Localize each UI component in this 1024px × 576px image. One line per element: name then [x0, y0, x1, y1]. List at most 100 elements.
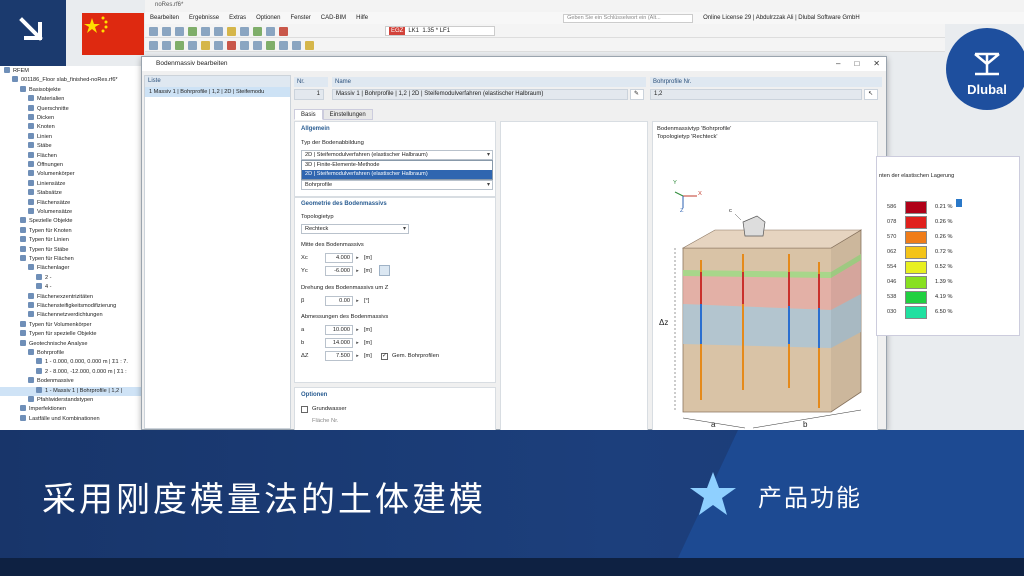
redo-icon[interactable] — [214, 26, 223, 36]
menu-optionen[interactable]: Optionen — [251, 15, 285, 21]
menu-extras[interactable]: Extras — [224, 15, 251, 21]
xc-input[interactable]: 4.000 — [325, 253, 353, 263]
tree-item[interactable]: Querschnitte — [0, 104, 141, 114]
stop-icon[interactable] — [279, 26, 288, 36]
tree-item[interactable]: 1 - Massiv 1 | Bohrprofile | 1,2 | — [0, 386, 141, 396]
tree-item[interactable]: Spezielle Objekte — [0, 217, 141, 226]
line-icon[interactable] — [188, 40, 197, 50]
close-icon[interactable]: ✕ — [873, 57, 880, 71]
maximize-icon[interactable]: □ — [854, 57, 859, 71]
soil-model-select[interactable]: 2D | Steifemodulverfahren (elastischer H… — [301, 150, 493, 160]
tree-item[interactable]: Stäbe — [0, 142, 141, 151]
select-icon[interactable] — [266, 26, 275, 36]
tree-item[interactable]: Typen für Volumenkörper — [0, 320, 141, 330]
tree-item[interactable]: 2 - — [0, 273, 141, 283]
tree-item[interactable]: Pfahlwiderstandstypen — [0, 396, 141, 405]
pick-center-icon[interactable] — [379, 265, 390, 276]
tree-item[interactable]: Flächenlager — [0, 264, 141, 273]
option-3d-fem[interactable]: 3D | Finite-Elemente-Methode — [302, 161, 492, 170]
according-boreholes-checkbox[interactable]: ✓ — [381, 353, 388, 360]
tree-item[interactable]: 4 - — [0, 283, 141, 292]
menu-ergebnisse[interactable]: Ergebnisse — [184, 15, 224, 21]
tree-item[interactable]: Geotechnische Analyse — [0, 339, 141, 349]
minimize-icon[interactable]: – — [836, 57, 840, 71]
edit-name-icon[interactable]: ✎ — [630, 89, 644, 100]
move-icon[interactable] — [253, 40, 262, 50]
tree-item[interactable]: Flächen — [0, 151, 141, 161]
delete-icon[interactable] — [227, 40, 236, 50]
groundwater-checkbox[interactable] — [301, 406, 308, 413]
beta-spinner[interactable]: ▸ — [354, 296, 361, 306]
tree-item[interactable]: Stabsätze — [0, 189, 141, 198]
rotate-icon[interactable] — [266, 40, 275, 50]
tree-item[interactable]: Linien — [0, 132, 141, 142]
grid-icon[interactable] — [162, 40, 171, 50]
mirror-icon[interactable] — [279, 40, 288, 50]
b-spinner[interactable]: ▸ — [354, 338, 361, 348]
view-icon[interactable] — [253, 26, 262, 36]
tab-basis[interactable]: Basis — [294, 109, 323, 120]
save-icon[interactable] — [175, 26, 184, 36]
copy-icon[interactable] — [240, 40, 249, 50]
topology-select[interactable]: Rechteck — [301, 224, 409, 234]
tree-item[interactable]: 2 - 8.000, -12.000, 0.000 m | Σ1 : — [0, 367, 141, 377]
member-icon[interactable] — [201, 40, 210, 50]
tree-item[interactable]: Lastfälle und Kombinationen — [0, 414, 141, 424]
b-input[interactable]: 14.000 — [325, 338, 353, 348]
tree-item[interactable]: Materialien — [0, 95, 141, 104]
new-file-icon[interactable] — [149, 26, 158, 36]
dz-input[interactable]: 7.500 — [325, 351, 353, 361]
dz-spinner[interactable]: ▸ — [354, 351, 361, 361]
tree-item[interactable]: 1 - 0.000, 0.000, 0.000 m | Σ1 : 7. — [0, 358, 141, 367]
boreholes-field[interactable]: 1,2 — [650, 89, 862, 100]
tree-item[interactable]: RFEM — [0, 67, 141, 76]
tree-item[interactable]: Knoten — [0, 123, 141, 132]
tree-item[interactable]: Flächennetzverdichtungen — [0, 311, 141, 320]
tree-item[interactable]: Flächensätze — [0, 198, 141, 208]
a-spinner[interactable]: ▸ — [354, 325, 361, 335]
keyword-search-input[interactable]: Geben Sie ein Schlüsselwort ein (Alt... — [563, 13, 694, 23]
a-input[interactable]: 10.000 — [325, 325, 353, 335]
menu-hilfe[interactable]: Hilfe — [351, 15, 373, 21]
yc-spinner[interactable]: ▸ — [354, 266, 361, 276]
results-icon[interactable] — [240, 26, 249, 36]
tree-item[interactable]: Typen für Knoten — [0, 226, 141, 236]
tree-item[interactable]: Typen für Flächen — [0, 255, 141, 264]
tree-item[interactable]: Flächenexzentrizitäten — [0, 292, 141, 302]
name-field[interactable]: Massiv 1 | Bohrprofile | 1,2 | 2D | Stei… — [332, 89, 628, 100]
no-field[interactable]: 1 — [294, 89, 324, 100]
tree-item[interactable]: Bodenmassive — [0, 377, 141, 386]
tree-item[interactable]: Imperfektionen — [0, 405, 141, 414]
load-case-selector[interactable]: EGZ LK1 1.35 * LF1 — [385, 26, 495, 36]
xc-spinner[interactable]: ▸ — [354, 253, 361, 263]
tree-item[interactable]: Typen für Stäbe — [0, 245, 141, 255]
undo-icon[interactable] — [201, 26, 210, 36]
measure-icon[interactable] — [292, 40, 301, 50]
tree-item[interactable]: Volumenkörper — [0, 170, 141, 179]
menu-bearbeiten[interactable]: Bearbeiten — [145, 15, 184, 21]
print-icon[interactable] — [188, 26, 197, 36]
menu-cad-bim[interactable]: CAD-BIM — [316, 15, 351, 21]
open-icon[interactable] — [162, 26, 171, 36]
menu-fenster[interactable]: Fenster — [285, 15, 315, 21]
tree-item[interactable]: Bohrprofile — [0, 349, 141, 358]
tree-item[interactable]: Typen für spezielle Objekte — [0, 330, 141, 339]
assignment-select[interactable]: Bohrprofile — [301, 180, 493, 190]
display-icon[interactable] — [149, 40, 158, 50]
option-2d-stiffness[interactable]: 2D | Steifemodulverfahren (elastischer H… — [302, 170, 492, 179]
tree-item[interactable]: Typen für Linien — [0, 236, 141, 245]
node-icon[interactable] — [175, 40, 184, 50]
list-item[interactable]: 1 Massiv 1 | Bohrprofile | 1,2 | 2D | St… — [145, 87, 290, 97]
yc-input[interactable]: -6.000 — [325, 266, 353, 276]
tab-einstellungen[interactable]: Einstellungen — [322, 109, 373, 120]
tree-item[interactable]: Basisobjekte — [0, 85, 141, 95]
snap-icon[interactable] — [305, 40, 314, 50]
tree-item[interactable]: 001186_Floor slab_finished-noRes.rf6* — [0, 76, 141, 85]
beta-input[interactable]: 0.00 — [325, 296, 353, 306]
tree-item[interactable]: Liniensätze — [0, 179, 141, 189]
tree-item[interactable]: Flächensteifigkeitsmodifizierung — [0, 302, 141, 311]
surface-icon[interactable] — [214, 40, 223, 50]
tree-item[interactable]: Dicken — [0, 114, 141, 123]
tree-item[interactable]: Volumensätze — [0, 208, 141, 217]
pick-boreholes-icon[interactable]: ↖ — [864, 89, 878, 100]
